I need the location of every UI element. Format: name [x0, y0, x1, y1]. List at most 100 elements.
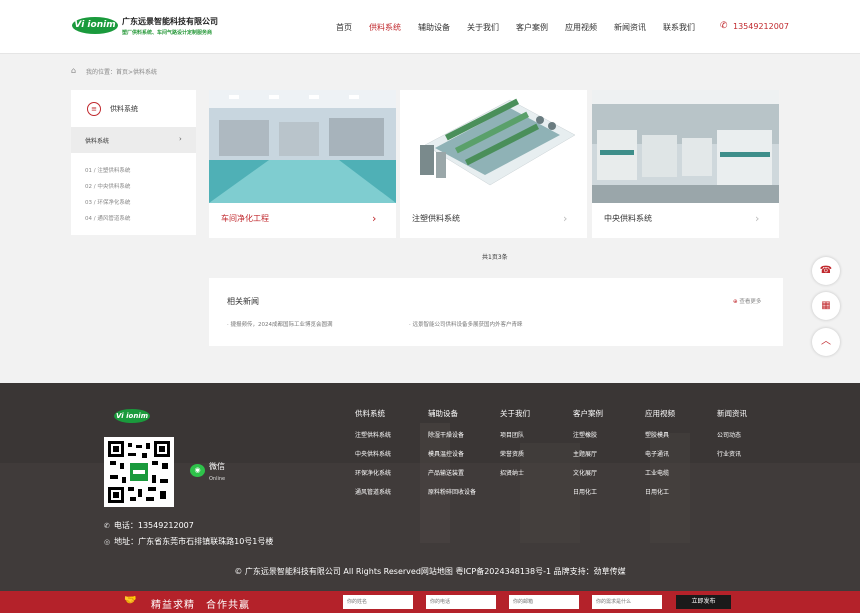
sidebar-item-ventilation[interactable]: 04 / 通风管道系统	[85, 214, 130, 222]
product-image	[400, 90, 587, 203]
footer-link[interactable]: 原料粉碎回收设备	[428, 487, 476, 496]
footer-link[interactable]: 环保净化系统	[355, 468, 391, 477]
footer-link[interactable]: 产品输送装置	[428, 468, 476, 477]
footer-link[interactable]: 项目团队	[500, 430, 530, 439]
footer-link[interactable]: 日用化工	[645, 487, 675, 496]
chevron-right-icon: ›	[755, 212, 760, 225]
footer-link[interactable]: 注塑供料系统	[355, 430, 391, 439]
nav-supply-system[interactable]: 供料系统	[369, 22, 401, 33]
related-news: 相关新闻 ⊕ 查看更多 · 捷报频传，2024成都国际工业博览会圆满 · 远景智…	[209, 278, 783, 346]
footer-link[interactable]: 文化展厅	[573, 468, 603, 477]
footer-link[interactable]: 主题展厅	[573, 449, 603, 458]
footer-link[interactable]: 日用化工	[573, 487, 603, 496]
inquiry-bar: 🤝 精益求精 合作共赢 立即发布	[0, 591, 860, 613]
nav-videos[interactable]: 应用视频	[565, 22, 597, 33]
view-more-label: 查看更多	[739, 299, 762, 305]
footer-link[interactable]: 注塑橡胶	[573, 430, 603, 439]
sidebar: ≡ 供料系统 供料系统 › 01 / 注塑供料系统 02 / 中央供料系统 03…	[71, 90, 196, 235]
chevron-right-icon: ›	[563, 212, 568, 225]
back-to-top-icon[interactable]: ︿	[812, 328, 840, 356]
site-footer: Vi ionim ◉ 微信 Online ✆ 电话：13549212007 ◎ 地址…	[0, 383, 860, 593]
plus-circle-icon: ⊕	[733, 299, 738, 305]
inquiry-slogan: 精益求精 合作共赢	[151, 600, 250, 611]
footer-logo[interactable]: Vi ionim	[114, 409, 150, 423]
wechat-sub: Online	[209, 476, 226, 482]
footer-link[interactable]: 荣誉资质	[500, 449, 530, 458]
footer-col-cases: 客户案例 注塑橡胶 主题展厅 文化展厅 日用化工	[573, 408, 603, 506]
menu-icon: ≡	[87, 102, 101, 116]
product-image	[209, 90, 396, 203]
qrcode-image	[104, 437, 174, 507]
news-item[interactable]: · 捷报频传，2024成都国际工业博览会圆满	[227, 320, 333, 328]
footer-link[interactable]: 模具温控设备	[428, 449, 476, 458]
requirement-field[interactable]	[592, 595, 662, 609]
site-header: Vi ionim 广东远景智能科技有限公司 塑厂供料系统、车间气路设计定制服务商…	[0, 0, 860, 54]
footer-col-head[interactable]: 供料系统	[355, 408, 391, 419]
chevron-right-icon: ›	[372, 212, 377, 225]
product-title: 中央供料系统	[604, 214, 652, 223]
sidebar-item-purification[interactable]: 03 / 环保净化系统	[85, 198, 130, 206]
footer-link[interactable]: 通风管道系统	[355, 487, 391, 496]
footer-col-head[interactable]: 新闻资讯	[717, 408, 747, 419]
footer-col-supply: 供料系统 注塑供料系统 中央供料系统 环保净化系统 通风管道系统	[355, 408, 391, 506]
phone-icon: ✆	[104, 522, 110, 530]
phone-float-icon[interactable]: ☎	[812, 257, 840, 285]
news-item[interactable]: · 远景智能公司供料设备多展获国内外客户青睐	[409, 320, 523, 328]
product-card[interactable]: 中央供料系统 ›	[592, 90, 779, 238]
view-more-link[interactable]: ⊕ 查看更多	[733, 297, 761, 305]
footer-col-head[interactable]: 辅助设备	[428, 408, 476, 419]
product-image	[592, 90, 779, 203]
footer-link[interactable]: 招贤纳士	[500, 468, 530, 477]
footer-col-videos: 应用视频 塑胶模具 电子通讯 工业电缆 日用化工	[645, 408, 675, 506]
nav-auxiliary[interactable]: 辅助设备	[418, 22, 450, 33]
footer-link[interactable]: 中央供料系统	[355, 449, 391, 458]
handshake-icon: 🤝	[124, 595, 137, 606]
qrcode-float-icon[interactable]: ▦	[812, 292, 840, 320]
company-slogan: 塑厂供料系统、车间气路设计定制服务商	[122, 30, 213, 36]
footer-link[interactable]: 行业资讯	[717, 449, 747, 458]
phone-field[interactable]	[426, 595, 496, 609]
footer-col-news: 新闻资讯 公司动态 行业资讯	[717, 408, 747, 468]
sidebar-item-active[interactable]: 供料系统 ›	[71, 127, 196, 153]
nav-about[interactable]: 关于我们	[467, 22, 499, 33]
footer-phone-text: 电话：13549212007	[113, 521, 194, 530]
nav-contact[interactable]: 联系我们	[663, 22, 695, 33]
footer-link[interactable]: 公司动态	[717, 430, 747, 439]
nav-cases[interactable]: 客户案例	[516, 22, 548, 33]
chevron-right-icon: ›	[179, 135, 182, 143]
logo[interactable]: Vi ionim	[72, 17, 118, 34]
news-title: 相关新闻	[227, 297, 259, 306]
main-nav: 首页 供料系统 辅助设备 关于我们 客户案例 应用视频 新闻资讯 联系我们	[336, 22, 712, 33]
footer-link[interactable]: 工业电缆	[645, 468, 675, 477]
footer-col-auxiliary: 辅助设备 除湿干燥设备 模具温控设备 产品输送装置 原料粉碎回收设备	[428, 408, 476, 506]
product-card[interactable]: 车间净化工程 ›	[209, 90, 396, 238]
nav-news[interactable]: 新闻资讯	[614, 22, 646, 33]
footer-col-head[interactable]: 应用视频	[645, 408, 675, 419]
product-card[interactable]: 注塑供料系统 ›	[400, 90, 587, 238]
sidebar-item-central[interactable]: 02 / 中央供料系统	[85, 182, 130, 190]
submit-button[interactable]: 立即发布	[676, 595, 731, 609]
footer-address: ◎ 地址：广东省东莞市石排镇联珠路10号1号楼	[104, 536, 273, 547]
sidebar-item-injection[interactable]: 01 / 注塑供料系统	[85, 166, 130, 174]
footer-col-head[interactable]: 客户案例	[573, 408, 603, 419]
footer-link[interactable]: 电子通讯	[645, 449, 675, 458]
footer-phone: ✆ 电话：13549212007	[104, 520, 194, 531]
footer-col-about: 关于我们 项目团队 荣誉资质 招贤纳士	[500, 408, 530, 487]
sidebar-title: 供料系统	[110, 105, 138, 113]
footer-link[interactable]: 塑胶模具	[645, 430, 675, 439]
footer-address-text: 地址：广东省东莞市石排镇联珠路10号1号楼	[114, 537, 274, 546]
sidebar-active-label: 供料系统	[85, 138, 110, 145]
name-field[interactable]	[343, 595, 413, 609]
wechat-icon: ◉	[190, 464, 205, 477]
company-name: 广东远景智能科技有限公司	[122, 17, 218, 26]
phone-icon: ✆	[720, 21, 728, 31]
product-title: 车间净化工程	[221, 214, 269, 223]
header-phone[interactable]: 13549212007	[733, 22, 789, 31]
email-field[interactable]	[509, 595, 579, 609]
nav-home[interactable]: 首页	[336, 22, 352, 33]
location-icon: ◎	[104, 538, 111, 546]
footer-link[interactable]: 除湿干燥设备	[428, 430, 476, 439]
breadcrumb[interactable]: 我的位置：首页>供料系统	[86, 67, 157, 76]
pagination-info: 共1页3条	[482, 254, 508, 261]
footer-col-head[interactable]: 关于我们	[500, 408, 530, 419]
